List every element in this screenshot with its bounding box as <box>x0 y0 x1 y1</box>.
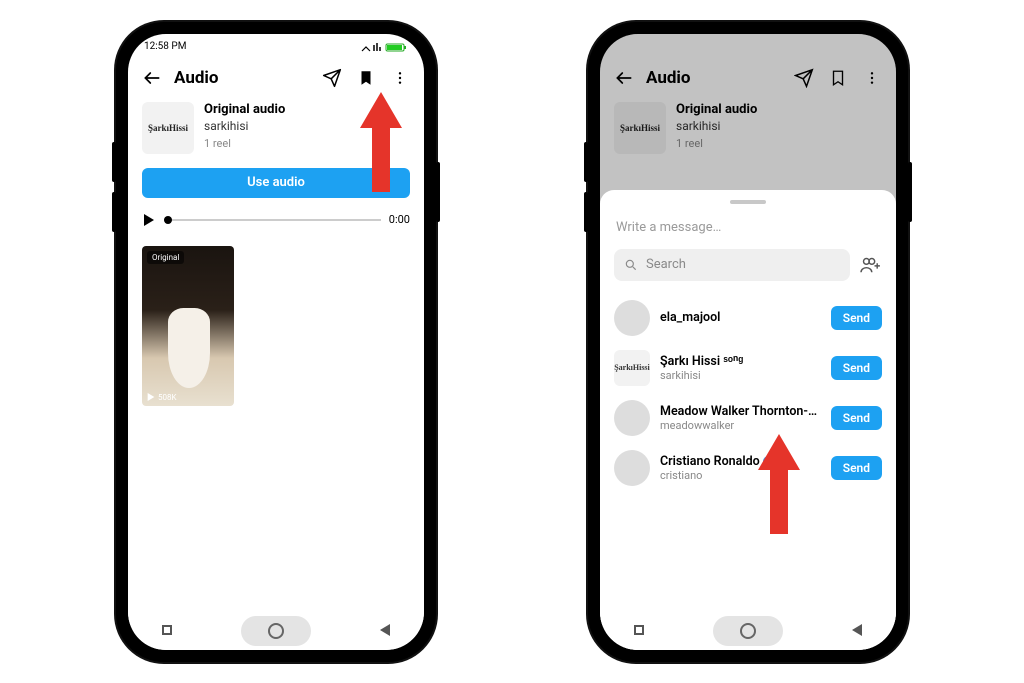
volume-up-button <box>584 142 588 182</box>
audio-artist[interactable]: sarkihisi <box>204 119 285 133</box>
audio-header: ŞarkıHissi Original audio sarkihisi 1 re… <box>128 98 424 160</box>
back-nav-icon[interactable] <box>852 624 862 636</box>
screen-left: 12:58 PM Audio <box>128 34 424 650</box>
audio-meta: Original audio sarkihisi 1 reel <box>204 102 285 154</box>
bookmark-outline-icon[interactable] <box>826 66 850 90</box>
phone-mockup-left: 12:58 PM Audio <box>116 22 436 662</box>
status-time: 12:58 PM <box>144 41 186 52</box>
home-nav-icon[interactable] <box>241 616 311 646</box>
recents-icon[interactable] <box>162 625 172 635</box>
page-title: Audio <box>646 68 782 88</box>
avatar <box>614 450 650 486</box>
contact-name: Şarkı Hissi ˢᵒⁿᵍ <box>660 354 821 369</box>
top-bar: Audio <box>128 60 424 98</box>
search-row: Search <box>614 249 882 281</box>
status-bar: 12:58 PM <box>128 34 424 60</box>
recents-icon[interactable] <box>634 625 644 635</box>
audio-artist[interactable]: sarkihisi <box>676 119 757 133</box>
contact-row[interactable]: Cristiano Ronaldo cristiano Send <box>614 443 882 493</box>
contact-name: ela_majool <box>660 310 821 325</box>
send-button[interactable]: Send <box>831 356 882 380</box>
seek-track[interactable] <box>164 219 381 221</box>
contact-username: meadowwalker <box>660 419 821 432</box>
message-input[interactable]: Write a message… <box>614 214 882 249</box>
send-button[interactable]: Send <box>831 306 882 330</box>
send-button[interactable]: Send <box>831 456 882 480</box>
send-button[interactable]: Send <box>831 406 882 430</box>
volume-down-button <box>584 192 588 232</box>
bookmark-icon[interactable] <box>354 66 378 90</box>
contact-row[interactable]: Meadow Walker Thornton-Allan… meadowwalk… <box>614 393 882 443</box>
share-icon[interactable] <box>320 66 344 90</box>
search-input[interactable]: Search <box>614 249 850 281</box>
back-icon[interactable] <box>612 66 636 90</box>
system-nav <box>128 610 424 650</box>
audio-cover[interactable]: ŞarkıHissi <box>614 102 666 154</box>
reel-thumbnail[interactable]: Original 508K <box>142 246 234 406</box>
page-title: Audio <box>174 68 310 88</box>
audio-header: ŞarkıHissi Original audio sarkihisi 1 re… <box>600 98 896 160</box>
thumbnail-figure <box>168 308 210 388</box>
back-nav-icon[interactable] <box>380 624 390 636</box>
contact-names: ela_majool <box>660 310 821 325</box>
sheet-handle[interactable] <box>730 200 766 204</box>
top-bar: Audio <box>600 60 896 98</box>
screen-right: Audio ŞarkıHissi Original audio sarkihis… <box>600 34 896 650</box>
home-nav-icon[interactable] <box>713 616 783 646</box>
power-button <box>908 162 912 222</box>
share-icon[interactable] <box>792 66 816 90</box>
contact-names: Cristiano Ronaldo cristiano <box>660 454 821 482</box>
avatar <box>614 400 650 436</box>
more-icon[interactable] <box>860 66 884 90</box>
time-remaining: 0:00 <box>389 213 410 226</box>
reel-views: 508K <box>147 393 177 402</box>
contact-names: Meadow Walker Thornton-Allan… meadowwalk… <box>660 404 821 432</box>
volume-up-button <box>112 142 116 182</box>
audio-player: 0:00 <box>128 204 424 242</box>
contact-username: cristiano <box>660 469 821 482</box>
audio-count: 1 reel <box>204 137 285 150</box>
volume-down-button <box>112 192 116 232</box>
contact-row[interactable]: ŞarkıHissi Şarkı Hissi ˢᵒⁿᵍ sarkihisi Send <box>614 343 882 393</box>
power-button <box>436 162 440 222</box>
contact-username: sarkihisi <box>660 369 821 382</box>
contacts-list: ela_majool Send ŞarkıHissi Şarkı Hissi ˢᵒⁿ… <box>614 293 882 493</box>
play-icon[interactable] <box>142 208 156 232</box>
search-placeholder: Search <box>646 257 686 272</box>
contact-names: Şarkı Hissi ˢᵒⁿᵍ sarkihisi <box>660 354 821 382</box>
phone-mockup-right: Audio ŞarkıHissi Original audio sarkihis… <box>588 22 908 662</box>
audio-meta: Original audio sarkihisi 1 reel <box>676 102 757 154</box>
search-icon <box>624 258 638 272</box>
audio-count: 1 reel <box>676 137 757 150</box>
group-add-icon[interactable] <box>858 253 882 277</box>
audio-cover[interactable]: ŞarkıHissi <box>142 102 194 154</box>
contact-row[interactable]: ela_majool Send <box>614 293 882 343</box>
audio-title: Original audio <box>676 102 757 117</box>
back-icon[interactable] <box>140 66 164 90</box>
original-badge: Original <box>147 251 184 264</box>
system-nav <box>600 610 896 650</box>
contact-name: Cristiano Ronaldo <box>660 454 821 469</box>
contact-name: Meadow Walker Thornton-Allan… <box>660 404 821 419</box>
more-icon[interactable] <box>388 66 412 90</box>
avatar: ŞarkıHissi <box>614 350 650 386</box>
verified-badge-icon <box>763 456 774 467</box>
share-sheet: Write a message… Search ela_majool SendŞ… <box>600 190 896 650</box>
status-indicators <box>360 41 410 53</box>
audio-title: Original audio <box>204 102 285 117</box>
use-audio-button[interactable]: Use audio <box>142 168 410 198</box>
avatar <box>614 300 650 336</box>
status-bar <box>600 34 896 60</box>
